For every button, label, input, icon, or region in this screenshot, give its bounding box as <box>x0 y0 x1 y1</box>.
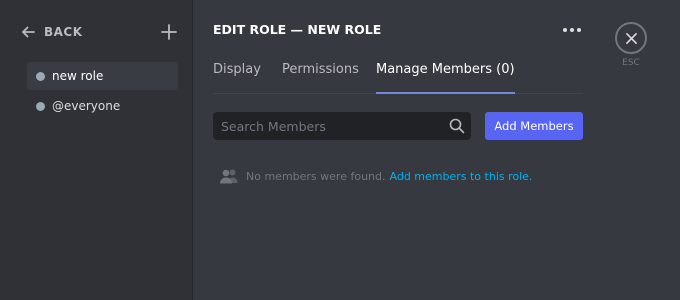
search-box <box>213 112 471 140</box>
empty-state-message: No members were found. <box>246 169 386 183</box>
back-button[interactable]: BACK <box>20 24 83 40</box>
tab-bar: Display Permissions Manage Members (0) <box>213 62 582 94</box>
add-role-icon[interactable] <box>160 23 178 41</box>
tab-permissions[interactable]: Permissions <box>282 62 359 94</box>
search-members-input[interactable] <box>221 118 441 134</box>
close-control: ESC <box>615 22 649 68</box>
empty-state: No members were found. Add members to th… <box>219 168 532 184</box>
role-sidebar: BACK new role @everyone <box>0 0 193 300</box>
role-item-new-role[interactable]: new role <box>27 62 178 90</box>
tab-display[interactable]: Display <box>213 62 261 94</box>
add-members-link[interactable]: Add members to this role. <box>390 170 533 183</box>
tab-manage-members[interactable]: Manage Members (0) <box>376 62 515 94</box>
esc-label: ESC <box>622 58 640 68</box>
search-icon <box>449 118 465 134</box>
role-name: new role <box>52 69 104 83</box>
close-icon <box>625 32 637 44</box>
role-item-everyone[interactable]: @everyone <box>27 92 178 120</box>
ellipsis-icon[interactable] <box>561 22 583 38</box>
role-color-dot <box>36 101 45 111</box>
back-label: BACK <box>44 25 83 39</box>
page-title: EDIT ROLE — NEW ROLE <box>213 22 382 37</box>
role-color-dot <box>36 71 45 81</box>
role-name: @everyone <box>52 99 121 113</box>
sidebar-header: BACK <box>20 22 180 42</box>
arrow-left-icon <box>22 26 35 38</box>
close-button[interactable] <box>615 22 647 54</box>
add-members-button[interactable]: Add Members <box>485 112 583 140</box>
members-icon <box>220 169 238 184</box>
role-editor: EDIT ROLE — NEW ROLE Display Permissions… <box>193 0 680 300</box>
